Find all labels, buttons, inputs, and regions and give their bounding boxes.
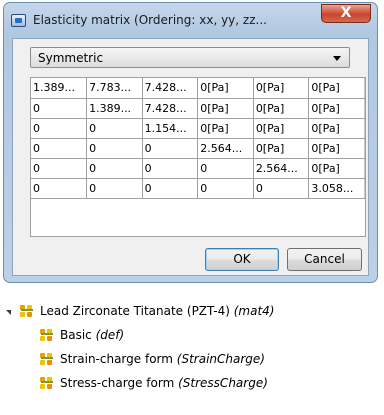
- matrix-cell[interactable]: 0[Pa]: [197, 98, 254, 119]
- matrix-cell[interactable]: 0: [86, 138, 143, 159]
- matrix-cell[interactable]: 0[Pa]: [253, 138, 310, 159]
- material-icon: [40, 353, 54, 366]
- matrix-cell[interactable]: 0: [253, 178, 310, 199]
- matrix-cell[interactable]: 1.389...: [31, 78, 88, 99]
- matrix-cell[interactable]: 2.564...: [197, 138, 254, 159]
- dialog-titlebar[interactable]: Elasticity matrix (Ordering: xx, yy, zz.…: [4, 3, 377, 37]
- material-icon: [20, 305, 34, 318]
- matrix-cell[interactable]: 3.058...: [308, 178, 365, 199]
- tree-node-label: Lead Zirconate Titanate (PZT-4) (mat4): [40, 304, 275, 318]
- matrix-cell[interactable]: 0: [31, 158, 88, 179]
- matrix-cell[interactable]: 0: [142, 138, 199, 159]
- matrix-cell[interactable]: 1.154...: [142, 118, 199, 139]
- matrix-cell[interactable]: 7.783...: [86, 78, 143, 99]
- tree-node-label: Strain-charge form (StrainCharge): [60, 352, 265, 366]
- matrix-row: 0 0 0 2.564... 0[Pa] 0[Pa]: [31, 138, 365, 159]
- ok-button[interactable]: OK: [205, 248, 279, 271]
- dialog-title: Elasticity matrix (Ordering: xx, yy, zz.…: [33, 13, 267, 27]
- matrix-cell[interactable]: 0[Pa]: [253, 98, 310, 119]
- matrix-cell[interactable]: 0: [31, 118, 88, 139]
- matrix-row: 0 0 0 0 0 3.058...: [31, 178, 365, 199]
- chevron-down-icon[interactable]: [333, 56, 341, 61]
- matrix-row: 1.389... 7.783... 7.428... 0[Pa] 0[Pa] 0…: [31, 78, 365, 99]
- matrix-cell[interactable]: 0[Pa]: [197, 78, 254, 99]
- matrix-cell[interactable]: 0: [142, 158, 199, 179]
- matrix-cell[interactable]: 0: [86, 118, 143, 139]
- matrix-cell[interactable]: 0[Pa]: [308, 158, 365, 179]
- matrix-cell[interactable]: 0: [31, 178, 88, 199]
- matrix-cell[interactable]: 0[Pa]: [308, 78, 365, 99]
- tree-node-label: Stress-charge form (StressCharge): [60, 376, 268, 390]
- matrix-cell[interactable]: 0: [31, 98, 88, 119]
- elasticity-matrix-dialog: Elasticity matrix (Ordering: xx, yy, zz.…: [3, 2, 378, 283]
- matrix-cell[interactable]: 0: [197, 158, 254, 179]
- matrix-cell[interactable]: 0[Pa]: [197, 118, 254, 139]
- matrix-cell[interactable]: 0: [86, 158, 143, 179]
- matrix-cell[interactable]: 1.389...: [86, 98, 143, 119]
- matrix-cell[interactable]: 0[Pa]: [308, 138, 365, 159]
- symmetry-select-value: Symmetric: [38, 51, 104, 65]
- matrix-cell[interactable]: 0[Pa]: [253, 78, 310, 99]
- matrix-cell[interactable]: 0: [86, 178, 143, 199]
- elasticity-matrix-grid: 1.389... 7.783... 7.428... 0[Pa] 0[Pa] 0…: [30, 77, 366, 237]
- close-button[interactable]: X: [321, 4, 371, 23]
- matrix-row: 0 1.389... 7.428... 0[Pa] 0[Pa] 0[Pa]: [31, 98, 365, 119]
- matrix-cell[interactable]: 7.428...: [142, 78, 199, 99]
- matrix-cell[interactable]: 0[Pa]: [253, 118, 310, 139]
- matrix-cell[interactable]: 0[Pa]: [308, 118, 365, 139]
- collapse-arrow-icon[interactable]: [6, 310, 11, 315]
- matrix-cell[interactable]: 2.564...: [253, 158, 310, 179]
- matrix-row: 0 0 1.154... 0[Pa] 0[Pa] 0[Pa]: [31, 118, 365, 139]
- cancel-button[interactable]: Cancel: [287, 248, 362, 271]
- material-icon: [40, 329, 54, 342]
- matrix-cell[interactable]: 0: [142, 178, 199, 199]
- material-tree: Lead Zirconate Titanate (PZT-4) (mat4) B…: [0, 296, 384, 415]
- matrix-row: 0 0 0 0 2.564... 0[Pa]: [31, 158, 365, 179]
- tree-node-label: Basic (def): [60, 328, 125, 342]
- matrix-cell[interactable]: 0: [197, 178, 254, 199]
- window-icon: [11, 14, 26, 27]
- matrix-cell[interactable]: 0: [31, 138, 88, 159]
- matrix-cell[interactable]: 7.428...: [142, 98, 199, 119]
- dialog-client-area: Symmetric 1.389... 7.783... 7.428... 0[P…: [12, 38, 369, 276]
- material-icon: [40, 377, 54, 390]
- symmetry-select[interactable]: Symmetric: [30, 47, 350, 68]
- matrix-cell[interactable]: 0[Pa]: [308, 98, 365, 119]
